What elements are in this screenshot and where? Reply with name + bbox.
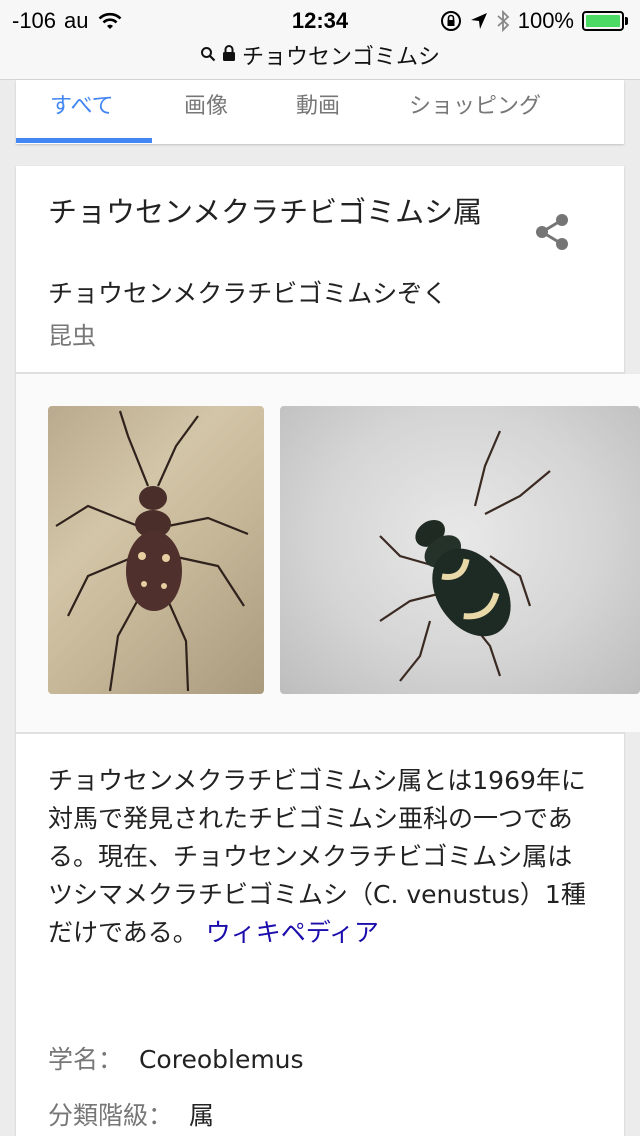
tab-videos[interactable]: 動画 <box>296 80 340 144</box>
panel-reading: チョウセンメクラチビゴミムシぞく <box>48 279 448 308</box>
search-icon <box>200 43 216 68</box>
url-query-text: チョウセンゴミムシ <box>241 45 440 70</box>
active-tab-indicator <box>16 138 152 143</box>
knowledge-panel: チョウセンメクラチビゴミムシ属 チョウセンメクラチビゴミムシぞく 昆虫 チョウセ… <box>16 166 640 1136</box>
description: チョウセンメクラチビゴミムシ属とは1969年に対馬で発見されたチビゴミムシ亜科の… <box>48 762 596 952</box>
fact-rank: 分類階級： 属 <box>48 1096 214 1132</box>
fact-label: 学名： <box>48 1045 124 1074</box>
bluetooth-icon <box>496 10 510 32</box>
status-bar: -106 au 12:34 100% <box>0 0 640 40</box>
lock-icon <box>222 43 236 68</box>
wifi-icon <box>97 11 123 31</box>
beetle-image-1[interactable] <box>48 406 264 694</box>
url-bar[interactable]: チョウセンゴミムシ <box>0 40 640 70</box>
share-icon[interactable] <box>532 210 572 254</box>
image-gallery <box>16 374 640 732</box>
fact-value: Coreoblemus <box>138 1045 304 1074</box>
tab-all[interactable]: すべて <box>50 80 114 144</box>
tab-images[interactable]: 画像 <box>184 80 228 144</box>
beetle-image-2[interactable] <box>280 406 640 694</box>
location-icon <box>470 12 488 30</box>
tab-shopping[interactable]: ショッピング <box>409 80 541 144</box>
wikipedia-link[interactable]: ウィキペディア <box>206 918 379 947</box>
rotation-lock-icon <box>440 10 462 32</box>
browser-top-bar: -106 au 12:34 100% チョウセンゴミムシ <box>0 0 640 80</box>
search-tabs: すべて 画像 動画 ショッピング <box>16 80 624 144</box>
panel-category: 昆虫 <box>48 322 96 350</box>
fact-value: 属 <box>188 1101 214 1130</box>
battery-percent: 100% <box>517 8 574 33</box>
divider <box>16 732 624 734</box>
fact-label: 分類階級： <box>48 1101 174 1130</box>
panel-title: チョウセンメクラチビゴミムシ属 <box>48 195 483 229</box>
carrier-name: au <box>64 8 89 33</box>
signal-strength: -106 <box>12 8 57 33</box>
battery-icon <box>582 11 628 31</box>
fact-scientific-name: 学名： Coreoblemus <box>48 1040 304 1076</box>
